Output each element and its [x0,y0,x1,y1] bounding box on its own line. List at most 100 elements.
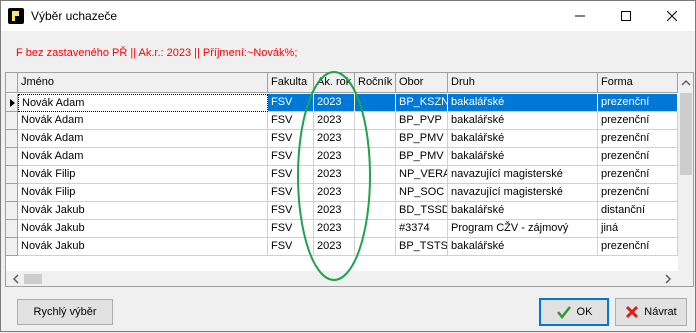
cell-forma[interactable]: prezenční [598,130,678,148]
cell-forma[interactable]: prezenční [598,94,678,112]
scroll-right-icon[interactable] [660,271,676,287]
cell-druh[interactable]: bakalářské [448,202,598,220]
table-row[interactable]: Novák Adam FSV 2023 BP_PVP bakalářské prezenč… [6,112,678,130]
maximize-button[interactable] [603,1,649,31]
scroll-left-icon[interactable] [8,271,24,287]
cell-druh[interactable]: bakalářské [448,112,598,130]
cell-jmeno[interactable]: Novák Jakub [18,220,268,238]
cell-druh[interactable]: bakalářské [448,238,598,256]
column-header-rocnik[interactable]: Ročník [355,73,396,93]
cell-ak-rok[interactable]: 2023 [314,112,355,130]
cell-ak-rok[interactable]: 2023 [314,166,355,184]
cell-rocnik[interactable] [355,220,396,238]
cell-forma[interactable]: prezenční [598,148,678,166]
cell-jmeno[interactable]: Novák Adam [18,148,268,166]
cell-ak-rok[interactable]: 2023 [314,202,355,220]
cell-forma[interactable]: jiná [598,220,678,238]
results-grid[interactable]: Jméno Fakulta Ak. rok Ročník Obor Druh F… [5,72,694,287]
cell-fakulta[interactable]: FSV [268,220,314,238]
cell-obor[interactable]: NP_SOC [396,184,448,202]
cell-druh[interactable]: navazující magisterské [448,166,598,184]
cell-ak-rok[interactable]: 2023 [314,184,355,202]
cell-obor[interactable]: NP_VERAS [396,166,448,184]
cell-fakulta[interactable]: FSV [268,130,314,148]
cell-druh[interactable]: bakalářské [448,130,598,148]
cell-ak-rok[interactable]: 2023 [314,130,355,148]
table-row[interactable]: Novák FilipFSV2023 NP_VERASnavazující mag… [6,166,678,184]
cell-ak-rok[interactable]: 2023 [314,220,355,238]
cell-rocnik[interactable] [355,94,396,112]
cell-rocnik[interactable] [355,112,396,130]
scroll-up-icon[interactable] [678,75,694,91]
vertical-scroll-thumb[interactable] [680,93,692,175]
cell-jmeno[interactable]: Novák Adam [18,112,268,130]
cell-rocnik[interactable] [355,238,396,256]
ok-button[interactable]: OK [539,298,609,326]
row-indicator[interactable] [6,166,18,184]
row-indicator[interactable] [6,184,18,202]
column-header-forma[interactable]: Forma [598,73,678,93]
cell-ak-rok[interactable]: 2023 [314,238,355,256]
table-row[interactable]: Novák Adam FSV 2023 BP_PMV bakalářské prezenč… [6,130,678,148]
row-indicator[interactable] [6,202,18,220]
cell-obor[interactable]: BP_PVP [396,112,448,130]
cell-obor[interactable]: BP_PMV [396,130,448,148]
cell-jmeno[interactable]: Novák Filip [18,184,268,202]
cell-forma[interactable]: distanční [598,202,678,220]
horizontal-scroll-thumb[interactable] [24,274,42,284]
cell-druh[interactable]: Program CŽV - zájmový [448,220,598,238]
cell-fakulta[interactable]: FSV [268,148,314,166]
cell-rocnik[interactable] [355,202,396,220]
row-indicator[interactable] [6,112,18,130]
cell-ak-rok[interactable]: 2023 [314,148,355,166]
row-indicator[interactable] [6,130,18,148]
row-indicator[interactable] [6,220,18,238]
close-button[interactable] [649,1,695,31]
row-indicator[interactable] [6,94,18,112]
quick-select-button[interactable]: Rychlý výběr [17,299,113,325]
horizontal-scrollbar[interactable] [6,271,678,287]
cell-forma[interactable]: prezenční [598,238,678,256]
table-row[interactable]: Novák Jakub FSV 2023 #3374 Program CŽV - záj… [6,220,678,238]
cell-fakulta[interactable]: FSV [268,166,314,184]
cell-rocnik[interactable] [355,148,396,166]
vertical-scrollbar[interactable] [678,73,694,271]
column-header-fakulta[interactable]: Fakulta [268,73,314,93]
cell-rocnik[interactable] [355,130,396,148]
cell-jmeno[interactable]: Novák Filip [18,166,268,184]
cell-ak-rok[interactable]: 2023 [314,94,355,112]
table-row[interactable]: Novák Jakub FSV 2023 BD_TSSD bakalářské dista… [6,202,678,220]
cell-forma[interactable]: prezenční [598,184,678,202]
column-header-ak-rok[interactable]: Ak. rok [314,73,355,93]
cell-fakulta[interactable]: FSV [268,238,314,256]
cell-fakulta[interactable]: FSV [268,202,314,220]
cell-rocnik[interactable] [355,184,396,202]
back-button[interactable]: Návrat [615,298,687,326]
cell-jmeno[interactable]: Novák Adam [18,130,268,148]
table-row[interactable]: Novák Filip FSV 2023 NP_SOC navazující magis… [6,184,678,202]
cell-jmeno[interactable]: Novák Jakub [18,238,268,256]
row-indicator[interactable] [6,238,18,256]
cell-obor[interactable]: BP_KSZN [396,94,448,112]
cell-obor[interactable]: #3374 [396,220,448,238]
title-bar[interactable]: Výběr uchazeče [1,1,695,31]
minimize-button[interactable] [557,1,603,31]
cell-rocnik[interactable] [355,166,396,184]
cell-druh[interactable]: bakalářské [448,94,598,112]
cell-fakulta[interactable]: FSV [268,184,314,202]
cell-obor[interactable]: BD_TSSD [396,202,448,220]
cell-fakulta[interactable]: FSV [268,112,314,130]
cell-obor[interactable]: BP_PMV [396,148,448,166]
cell-jmeno[interactable]: Novák Adam [18,94,268,112]
table-row[interactable]: Novák Jakub FSV 2023 BP_TSTS bakalářské preze… [6,238,678,256]
table-row[interactable]: Novák Adam FSV 2023 BP_KSZN bakalářské prezen… [6,94,678,112]
row-indicator[interactable] [6,148,18,166]
cell-obor[interactable]: BP_TSTS [396,238,448,256]
cell-fakulta[interactable]: FSV [268,94,314,112]
cell-forma[interactable]: prezenční [598,166,678,184]
table-row[interactable]: Novák Adam FSV 2023 BP_PMV bakalářské prezenč… [6,148,678,166]
cell-druh[interactable]: navazující magisterské [448,184,598,202]
column-header-druh[interactable]: Druh [448,73,598,93]
cell-druh[interactable]: bakalářské [448,148,598,166]
cell-forma[interactable]: prezenční [598,112,678,130]
